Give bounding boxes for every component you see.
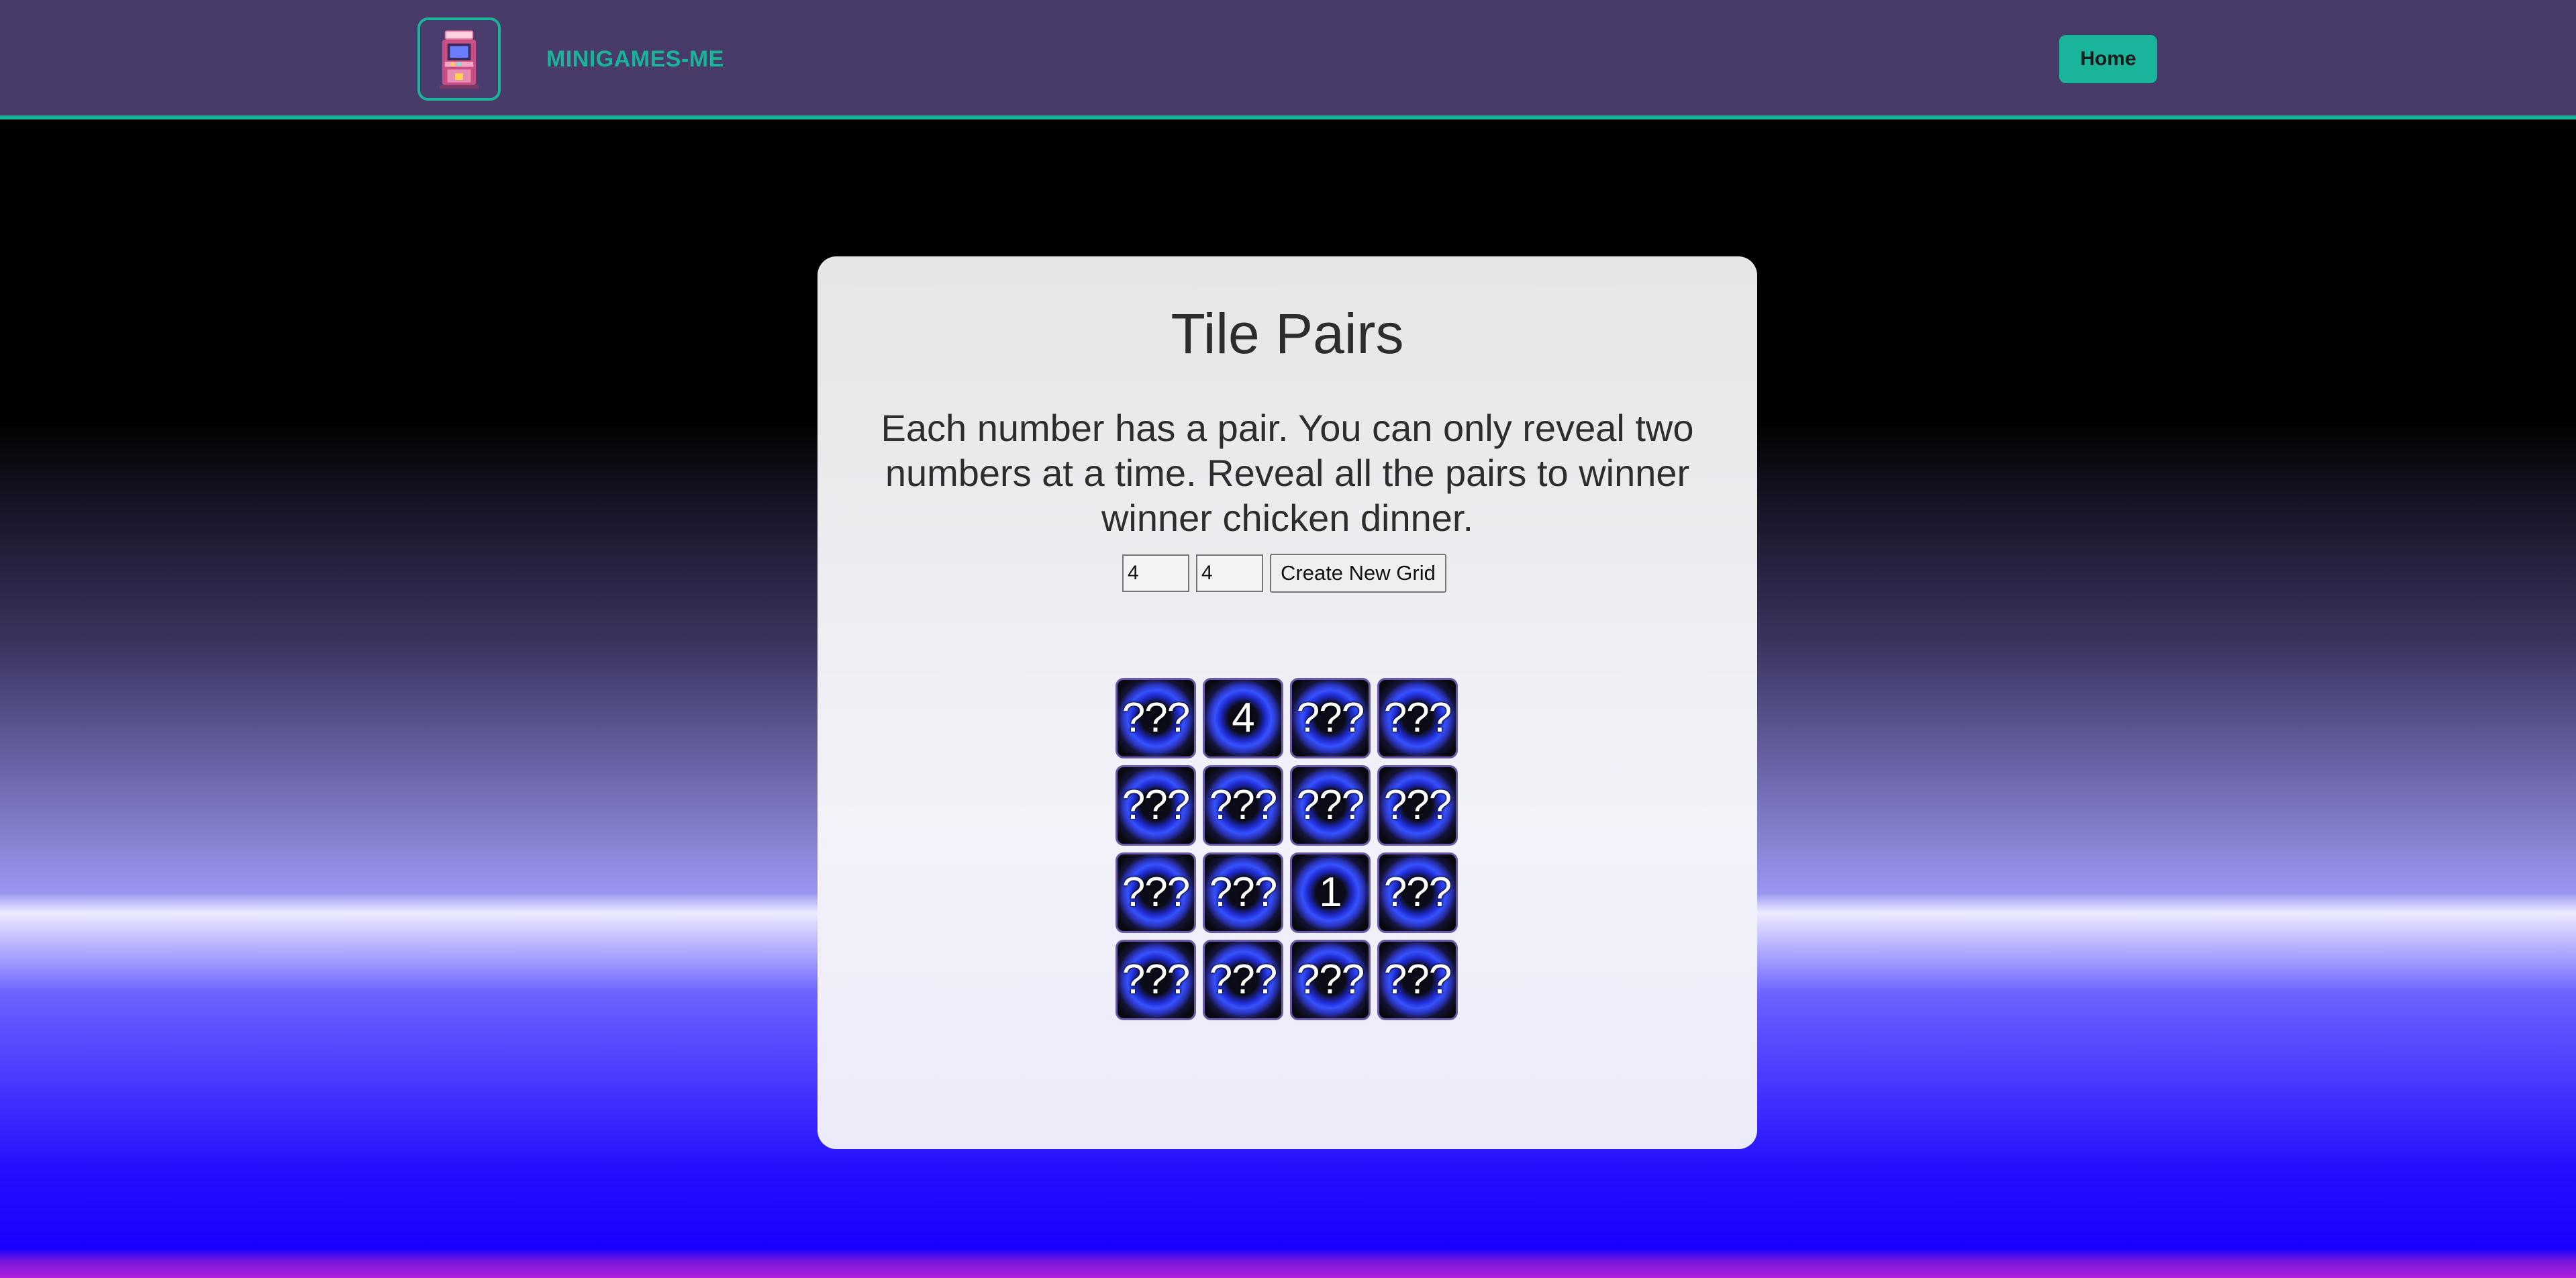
- tile[interactable]: ???: [1116, 940, 1196, 1020]
- grid-controls: Create New Grid: [1122, 554, 1446, 593]
- tile[interactable]: 4: [1203, 678, 1283, 758]
- rows-input[interactable]: [1122, 554, 1189, 592]
- tile[interactable]: ???: [1377, 940, 1458, 1020]
- home-button[interactable]: Home: [2059, 35, 2157, 83]
- create-new-grid-button[interactable]: Create New Grid: [1270, 554, 1446, 593]
- tile[interactable]: ???: [1290, 940, 1371, 1020]
- tile[interactable]: ???: [1116, 765, 1196, 846]
- tile[interactable]: ???: [1116, 678, 1196, 758]
- tile[interactable]: ???: [1377, 678, 1458, 758]
- game-description: Each number has a pair. You can only rev…: [881, 407, 1694, 539]
- cols-input[interactable]: [1196, 554, 1263, 592]
- tile[interactable]: 1: [1290, 852, 1371, 933]
- tile-grid: ??? 4 ??? ??? ??? ??? ??? ??? ??? ??? 1 …: [1116, 678, 1458, 1020]
- top-navbar: MINIGAMES-ME Home: [0, 0, 2576, 119]
- game-title: Tile Pairs: [1171, 302, 1404, 365]
- tile[interactable]: ???: [1290, 765, 1371, 846]
- brand-name[interactable]: MINIGAMES-ME: [546, 44, 724, 74]
- tile[interactable]: ???: [1377, 852, 1458, 933]
- game-card: Tile Pairs Each number has a pair. You c…: [818, 256, 1757, 1149]
- arcade-cabinet-icon[interactable]: [417, 17, 501, 101]
- tile[interactable]: ???: [1203, 852, 1283, 933]
- tile[interactable]: ???: [1290, 678, 1371, 758]
- tile[interactable]: ???: [1116, 852, 1196, 933]
- tile[interactable]: ???: [1203, 765, 1283, 846]
- tile[interactable]: ???: [1377, 765, 1458, 846]
- tile[interactable]: ???: [1203, 940, 1283, 1020]
